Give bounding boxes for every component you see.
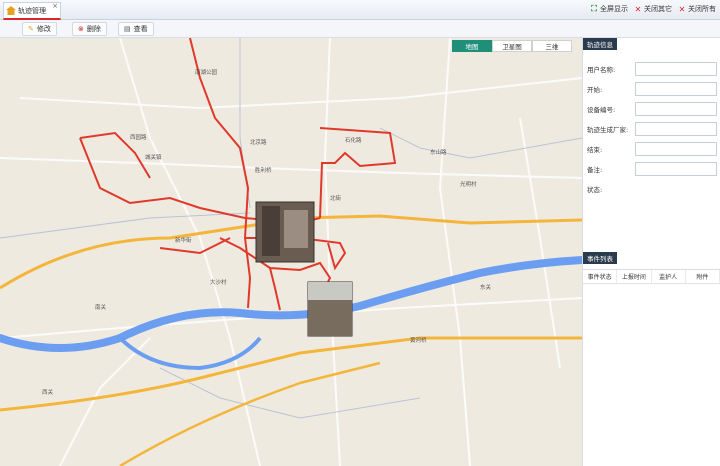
events-title: 事件列表	[583, 252, 617, 264]
user-name-field[interactable]	[635, 62, 717, 76]
delete-button[interactable]: ⊗ 删除	[72, 22, 107, 36]
close-all-button[interactable]: ✕ 关闭所有	[678, 4, 716, 14]
form-row: 设备编号:	[587, 100, 719, 118]
field-label: 设备编号:	[587, 106, 616, 114]
field-label: 备注:	[587, 166, 603, 174]
field-label: 结束:	[587, 146, 603, 154]
map-label: 北京路	[250, 140, 267, 146]
start-field[interactable]	[635, 82, 717, 96]
end-field[interactable]	[635, 142, 717, 156]
close-tab-icon[interactable]: ×	[52, 2, 58, 10]
map-label: 东山路	[430, 150, 447, 156]
close-icon: ✕	[634, 4, 642, 14]
info-panel: 轨迹信息 用户名称: 开始: 设备编号: 轨迹生成厂家: 结束: 备注: 状态:	[582, 38, 720, 466]
edit-icon: ✎	[28, 25, 34, 33]
device-id-field[interactable]	[635, 102, 717, 116]
form-row: 状态:	[587, 180, 719, 198]
delete-label: 删除	[86, 25, 101, 33]
info-form: 用户名称: 开始: 设备编号: 轨迹生成厂家: 结束: 备注: 状态:	[587, 60, 719, 200]
map-label: 东关	[480, 285, 492, 291]
map-label: 大沙村	[210, 280, 227, 286]
events-header-row: 事件状态 上报时间 监护人 附件	[583, 270, 720, 284]
map-label: 石化路	[345, 138, 362, 144]
fullscreen-label: 全屏显示	[600, 5, 628, 13]
map-label: 西园路	[130, 135, 147, 141]
column-header[interactable]: 附件	[686, 270, 720, 283]
column-header[interactable]: 上报时间	[617, 270, 652, 283]
form-row: 用户名称:	[587, 60, 719, 78]
map-label: 黄河桥	[410, 338, 427, 344]
events-table: 事件状态 上报时间 监护人 附件	[583, 269, 720, 284]
map-canvas	[0, 38, 582, 466]
top-bar: 轨迹管理 × ⛶ 全屏显示 ✕ 关闭其它 ✕ 关闭所有	[0, 0, 720, 20]
form-row: 备注:	[587, 160, 719, 178]
close-all-label: 关闭所有	[688, 5, 716, 13]
column-header[interactable]: 事件状态	[583, 270, 618, 283]
delete-icon: ⊗	[78, 25, 84, 33]
close-others-button[interactable]: ✕ 关闭其它	[634, 4, 672, 14]
map-label: 光明村	[460, 182, 477, 188]
map-label: 西关	[42, 390, 54, 396]
view-icon: ▤	[124, 25, 131, 33]
field-label: 开始:	[587, 86, 603, 94]
map-label: 城关镇	[145, 155, 162, 161]
map-label: 北街	[330, 196, 342, 202]
panel-title: 轨迹信息	[583, 38, 617, 50]
remark-field[interactable]	[635, 162, 717, 176]
map-label: 南关	[95, 305, 107, 311]
fullscreen-button[interactable]: ⛶ 全屏显示	[590, 4, 628, 14]
form-row: 轨迹生成厂家:	[587, 120, 719, 138]
home-icon	[6, 6, 16, 15]
map-label: 胜利桥	[255, 168, 272, 174]
field-label: 状态:	[587, 186, 603, 194]
close-others-label: 关闭其它	[644, 5, 672, 13]
field-label: 用户名称:	[587, 66, 616, 74]
column-header[interactable]: 监护人	[652, 270, 686, 283]
map-label: 新华街	[175, 238, 192, 244]
edit-label: 修改	[36, 25, 51, 33]
window-actions: ⛶ 全屏显示 ✕ 关闭其它 ✕ 关闭所有	[590, 4, 716, 14]
map-type-satellite[interactable]: 卫星图	[492, 40, 532, 52]
form-row: 结束:	[587, 140, 719, 158]
map-type-map[interactable]: 地图	[452, 40, 492, 52]
manufacturer-field[interactable]	[635, 122, 717, 136]
map-label: 南湖公园	[195, 70, 218, 76]
fullscreen-icon: ⛶	[591, 4, 597, 13]
map-type-switcher: 地图 卫星图 三维	[452, 40, 572, 52]
close-icon: ✕	[678, 4, 686, 14]
toolbar: ✎ 修改 ⊗ 删除 ▤ 查看	[0, 20, 720, 38]
field-label: 轨迹生成厂家:	[587, 126, 629, 134]
view-button[interactable]: ▤ 查看	[118, 22, 154, 36]
edit-button[interactable]: ✎ 修改	[22, 22, 57, 36]
form-row: 开始:	[587, 80, 719, 98]
map-type-3d[interactable]: 三维	[532, 40, 572, 52]
tab-track-management[interactable]: 轨迹管理 ×	[3, 2, 61, 20]
tab-label: 轨迹管理	[18, 6, 46, 15]
map-view[interactable]: 南湖公园 西园路 城关镇 北京路 胜利桥 石化路 新华街 北街 东山路 大沙村 …	[0, 38, 582, 466]
view-label: 查看	[133, 25, 148, 33]
